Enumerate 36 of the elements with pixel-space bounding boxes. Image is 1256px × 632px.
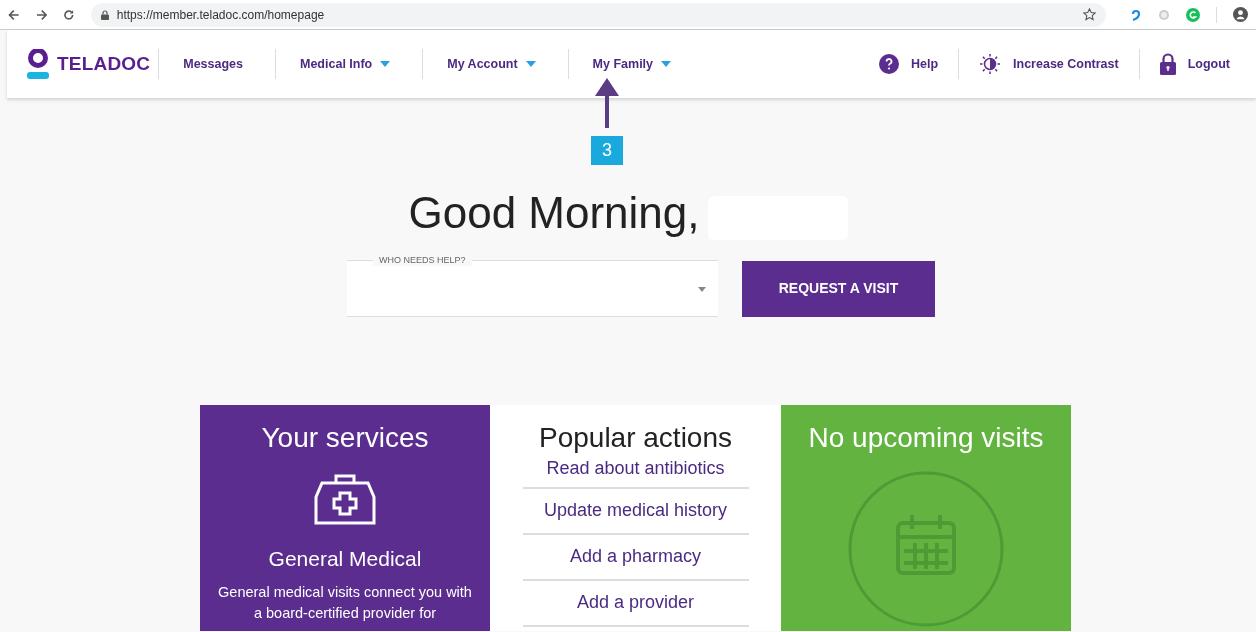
- help-icon[interactable]: [878, 54, 899, 74]
- step-number: 3: [591, 136, 623, 165]
- action-link[interactable]: Update medical history: [522, 488, 749, 535]
- annotation-arrow: [594, 78, 620, 128]
- star-icon[interactable]: [1083, 8, 1096, 21]
- service-name[interactable]: General Medical: [268, 542, 422, 575]
- card-title: No upcoming visits: [808, 421, 1044, 455]
- caret-icon: [380, 61, 391, 67]
- address-text[interactable]: https://member.teladoc.com/homepage: [116, 5, 325, 24]
- lock-icon[interactable]: [1159, 53, 1176, 75]
- logo-icon: [27, 49, 49, 79]
- back-icon[interactable]: [8, 8, 20, 21]
- action-link[interactable]: Add a pharmacy: [522, 534, 749, 581]
- action-link[interactable]: Add a provider: [522, 580, 749, 627]
- caret-icon: [698, 287, 706, 292]
- contrast-icon[interactable]: [979, 53, 1002, 75]
- request-visit-button[interactable]: REQUEST A VISIT: [742, 260, 935, 317]
- nav-link[interactable]: Increase Contrast: [1013, 54, 1119, 74]
- profile-icon[interactable]: [1233, 7, 1248, 22]
- lock-icon: [100, 9, 109, 20]
- logo-text[interactable]: TELADOC: [57, 49, 151, 79]
- nav-link[interactable]: My Family: [584, 54, 680, 74]
- forward-icon[interactable]: [35, 8, 48, 21]
- nav-link[interactable]: Help: [910, 54, 939, 74]
- calendar-icon: [848, 470, 1004, 627]
- nav-link[interactable]: Logout: [1187, 54, 1230, 74]
- card-title: Your services: [261, 421, 429, 455]
- caret-icon: [525, 61, 536, 67]
- caret-icon: [661, 61, 672, 67]
- service-description: General medical visits connect you with a board-certified provider for: [217, 583, 473, 624]
- nav-link[interactable]: My Account: [439, 54, 544, 74]
- nav-link[interactable]: Messages: [175, 54, 251, 74]
- extension-icon[interactable]: [1130, 7, 1142, 22]
- greeting: Good Morning,: [408, 187, 700, 239]
- nav-link[interactable]: Medical Info: [292, 54, 399, 74]
- reload-icon[interactable]: [63, 8, 75, 21]
